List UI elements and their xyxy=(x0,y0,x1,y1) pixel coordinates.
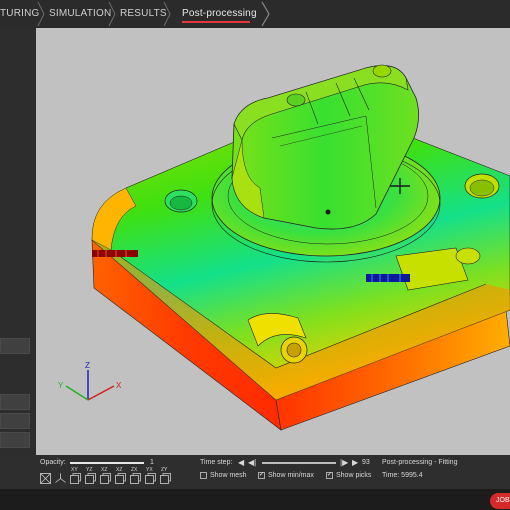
step-forward-icon[interactable]: ▶ xyxy=(352,458,358,467)
show-picks-label: Show picks xyxy=(336,472,372,479)
axis-triad: Z X Y xyxy=(58,361,122,401)
active-tab-underline xyxy=(182,21,250,23)
iso-view-icon[interactable] xyxy=(55,473,66,484)
3d-viewport[interactable]: Z X Y xyxy=(36,28,510,458)
job-button[interactable]: JOB xyxy=(490,493,510,509)
xz-view-label: XZ xyxy=(101,467,108,473)
zy-view-label: ZY xyxy=(161,467,168,473)
xy-view-label: XY xyxy=(71,467,78,473)
nav-item-manufacturing[interactable]: TURING xyxy=(0,0,40,28)
yz-view-icon[interactable] xyxy=(85,473,96,484)
yx-view-icon[interactable] xyxy=(145,473,156,484)
part-render: Z X Y xyxy=(58,64,510,431)
left-panel-field[interactable] xyxy=(0,394,30,410)
step-back-icon[interactable]: ◀ xyxy=(238,458,244,467)
opacity-slider-fill xyxy=(70,462,144,464)
xz-neg-view-icon[interactable] xyxy=(115,473,126,484)
nav-item-simulation[interactable]: SIMULATION xyxy=(49,0,111,28)
axis-z-label: Z xyxy=(85,361,90,370)
show-mesh-label: Show mesh xyxy=(210,472,247,479)
chevron-right-icon xyxy=(261,1,270,27)
yz-view-label: YZ xyxy=(86,467,93,473)
step-first-icon[interactable]: ◀| xyxy=(248,458,256,467)
axis-y-label: Y xyxy=(58,381,64,390)
zx-view-label: ZX xyxy=(131,467,138,473)
chevron-right-icon xyxy=(108,1,116,27)
timestep-value: 93 xyxy=(362,459,370,466)
show-minmax-label: Show min/max xyxy=(268,472,314,479)
timestep-slider[interactable] xyxy=(262,462,336,464)
zx-view-icon[interactable] xyxy=(130,473,141,484)
left-panel-field[interactable] xyxy=(0,413,30,429)
axis-x-label: X xyxy=(116,381,122,390)
min-marker xyxy=(366,274,410,282)
status-bar xyxy=(0,489,510,510)
step-last-icon[interactable]: |▶ xyxy=(340,458,348,467)
left-panel-field[interactable] xyxy=(0,432,30,448)
xz-view-icon[interactable] xyxy=(100,473,111,484)
show-picks-checkbox[interactable]: ✓ xyxy=(326,472,333,479)
status-time: Time: 5995.4 xyxy=(382,472,423,479)
timestep-label: Time step: xyxy=(200,459,233,466)
nav-item-post-processing[interactable]: Post-processing xyxy=(182,0,257,28)
breadcrumb: TURING SIMULATION RESULTS Post-processin… xyxy=(0,0,510,28)
left-panel-field[interactable] xyxy=(0,338,30,354)
zy-view-icon[interactable] xyxy=(160,473,171,484)
yx-view-label: YX xyxy=(146,467,153,473)
show-minmax-checkbox[interactable]: ✓ xyxy=(258,472,265,479)
xy-view-icon[interactable] xyxy=(70,473,81,484)
chevron-right-icon xyxy=(37,1,45,27)
xz-neg-view-label: XZ xyxy=(116,467,123,473)
opacity-label: Opacity: xyxy=(40,459,66,466)
max-marker xyxy=(92,250,138,257)
show-mesh-checkbox[interactable] xyxy=(200,472,207,479)
left-panel xyxy=(0,28,36,458)
chevron-right-icon xyxy=(163,1,171,27)
nav-item-results[interactable]: RESULTS xyxy=(120,0,167,28)
opacity-value: 1 xyxy=(150,459,154,466)
xyz-view-icon[interactable] xyxy=(40,473,51,484)
opacity-slider[interactable] xyxy=(70,462,144,464)
status-title: Post-processing - Fitting xyxy=(382,459,458,466)
